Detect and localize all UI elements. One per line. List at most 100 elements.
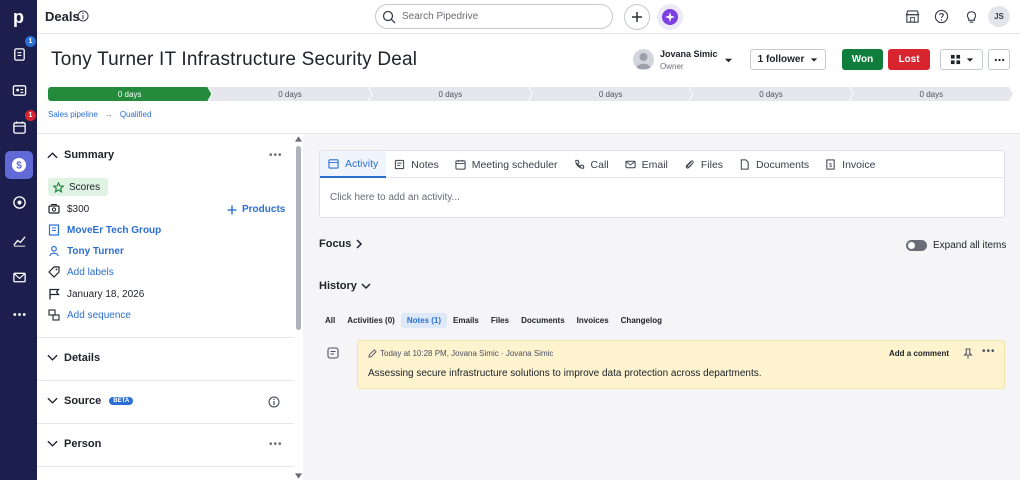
beta-badge: BETA	[109, 397, 134, 405]
history-tab-documents[interactable]: Documents	[515, 313, 571, 328]
follower-button[interactable]: 1 follower	[750, 49, 826, 70]
contacts-nav-item[interactable]	[5, 76, 33, 104]
lost-button[interactable]: Lost	[888, 49, 930, 70]
quick-add-button[interactable]	[624, 4, 650, 30]
history-tab-changelog[interactable]: Changelog	[615, 313, 668, 328]
history-tab-notes[interactable]: Notes (1)	[400, 313, 448, 328]
tab-notes[interactable]: Notes	[386, 151, 446, 178]
scroll-up-icon[interactable]	[295, 136, 302, 142]
scores-badge[interactable]: Scores	[48, 178, 109, 196]
svg-text:$: $	[16, 161, 22, 172]
person-more-icon[interactable]: •••	[269, 439, 283, 450]
won-button[interactable]: Won	[842, 49, 883, 70]
ai-assistant-button[interactable]	[657, 4, 683, 30]
pencil-icon	[368, 349, 377, 358]
campaigns-nav-item[interactable]	[5, 188, 33, 216]
ellipsis-icon	[994, 58, 1004, 61]
stage-4[interactable]: 0 days	[529, 87, 692, 101]
add-comment-button[interactable]: Add a comment	[889, 349, 949, 358]
marketplace-icon[interactable]	[905, 9, 920, 24]
deal-value-row[interactable]: $300	[48, 203, 89, 215]
pipedrive-logo[interactable]: p	[6, 6, 31, 28]
breadcrumb-pipeline[interactable]: Sales pipeline	[48, 110, 98, 119]
more-actions-button[interactable]	[988, 49, 1010, 70]
details-section-toggle[interactable]: Details	[47, 352, 100, 364]
tab-documents[interactable]: Documents	[731, 151, 817, 178]
summary-section-toggle[interactable]: Summary	[47, 149, 114, 161]
person-section-toggle[interactable]: Person	[47, 438, 101, 450]
more-nav-item[interactable]	[5, 300, 33, 328]
tab-files[interactable]: Files	[676, 151, 731, 178]
search-input[interactable]: Search Pipedrive	[375, 4, 613, 29]
expand-all-switch[interactable]	[906, 240, 927, 251]
close-date-row[interactable]: January 18, 2026	[48, 288, 144, 300]
composer-tabs: Activity Notes Meeting scheduler Call Em…	[320, 151, 1004, 178]
deal-title[interactable]: Tony Turner IT Infrastructure Security D…	[51, 49, 417, 71]
history-tab-invoices[interactable]: Invoices	[571, 313, 615, 328]
stage-5[interactable]: 0 days	[689, 87, 852, 101]
contacts-icon	[12, 84, 26, 96]
tab-meeting-scheduler-label: Meeting scheduler	[471, 158, 558, 171]
add-sequence-link: Add sequence	[67, 309, 131, 321]
insights-nav-item[interactable]	[5, 226, 33, 254]
add-labels-row[interactable]: Add labels	[48, 266, 114, 278]
owner-name: Jovana Simic	[660, 49, 718, 59]
stage-2[interactable]: 0 days	[208, 87, 371, 101]
section-divider	[37, 380, 294, 381]
user-avatar[interactable]: JS	[988, 6, 1010, 27]
owner-avatar	[633, 49, 654, 70]
person-icon	[49, 245, 59, 257]
help-icon[interactable]	[934, 9, 949, 24]
scroll-down-icon[interactable]	[295, 473, 302, 479]
source-section-toggle[interactable]: Source BETA	[47, 395, 134, 407]
sidebar-scrollbar[interactable]	[294, 134, 303, 480]
note-card[interactable]: Today at 10:28 PM, Jovana Simic · Jovana…	[357, 340, 1005, 389]
add-sequence-row[interactable]: Add sequence	[48, 309, 131, 321]
scrollbar-thumb[interactable]	[296, 146, 301, 330]
tab-email[interactable]: Email	[617, 151, 676, 178]
tab-activity[interactable]: Activity	[320, 151, 387, 178]
info-icon[interactable]	[268, 396, 280, 408]
breadcrumb: Sales pipeline → Qualified	[48, 110, 151, 119]
deals-nav-item[interactable]: $	[5, 151, 33, 179]
pin-icon[interactable]	[963, 348, 973, 359]
summary-more-icon[interactable]: •••	[269, 150, 283, 161]
history-toggle[interactable]: History	[319, 280, 371, 292]
history-tab-activities[interactable]: Activities (0)	[341, 313, 401, 328]
tab-meeting-scheduler[interactable]: Meeting scheduler	[447, 151, 566, 178]
note-icon	[327, 347, 339, 359]
chevron-down-icon	[47, 354, 58, 361]
history-tab-files[interactable]: Files	[485, 313, 515, 328]
person-row[interactable]: Tony Turner	[48, 245, 124, 257]
stage-6[interactable]: 0 days	[850, 87, 1013, 101]
source-heading: Source	[64, 395, 102, 407]
history-tab-all[interactable]: All	[319, 313, 341, 328]
organization-row[interactable]: MoveEr Tech Group	[48, 224, 161, 236]
stage-3[interactable]: 0 days	[369, 87, 532, 101]
focus-toggle[interactable]: Focus	[319, 238, 363, 250]
lightbulb-icon[interactable]	[964, 9, 979, 24]
products-button[interactable]: Products	[227, 204, 285, 215]
products-label: Products	[242, 204, 286, 215]
note-icon	[395, 159, 405, 170]
mail-nav-item[interactable]	[5, 263, 33, 291]
section-divider	[37, 423, 294, 424]
owner-dropdown-icon[interactable]	[724, 56, 733, 65]
tab-call-label: Call	[590, 158, 609, 171]
tab-call[interactable]: Call	[566, 151, 617, 178]
sequence-icon	[48, 309, 60, 321]
search-icon	[382, 10, 396, 24]
stage-1[interactable]: 0 days	[48, 87, 211, 101]
search-placeholder: Search Pipedrive	[402, 11, 479, 22]
composer-card: Activity Notes Meeting scheduler Call Em…	[319, 150, 1005, 218]
tab-invoice[interactable]: $ Invoice	[817, 151, 883, 178]
breadcrumb-stage[interactable]: Qualified	[120, 110, 152, 119]
view-options-button[interactable]	[940, 49, 983, 70]
plus-icon	[632, 12, 642, 22]
calendar-icon	[328, 159, 339, 169]
expand-all-toggle[interactable]: Expand all items	[906, 240, 1006, 251]
note-more-icon[interactable]: •••	[982, 346, 996, 357]
add-activity-input[interactable]: Click here to add an activity...	[330, 192, 460, 203]
info-icon[interactable]	[77, 10, 89, 22]
history-tab-emails[interactable]: Emails	[447, 313, 485, 328]
